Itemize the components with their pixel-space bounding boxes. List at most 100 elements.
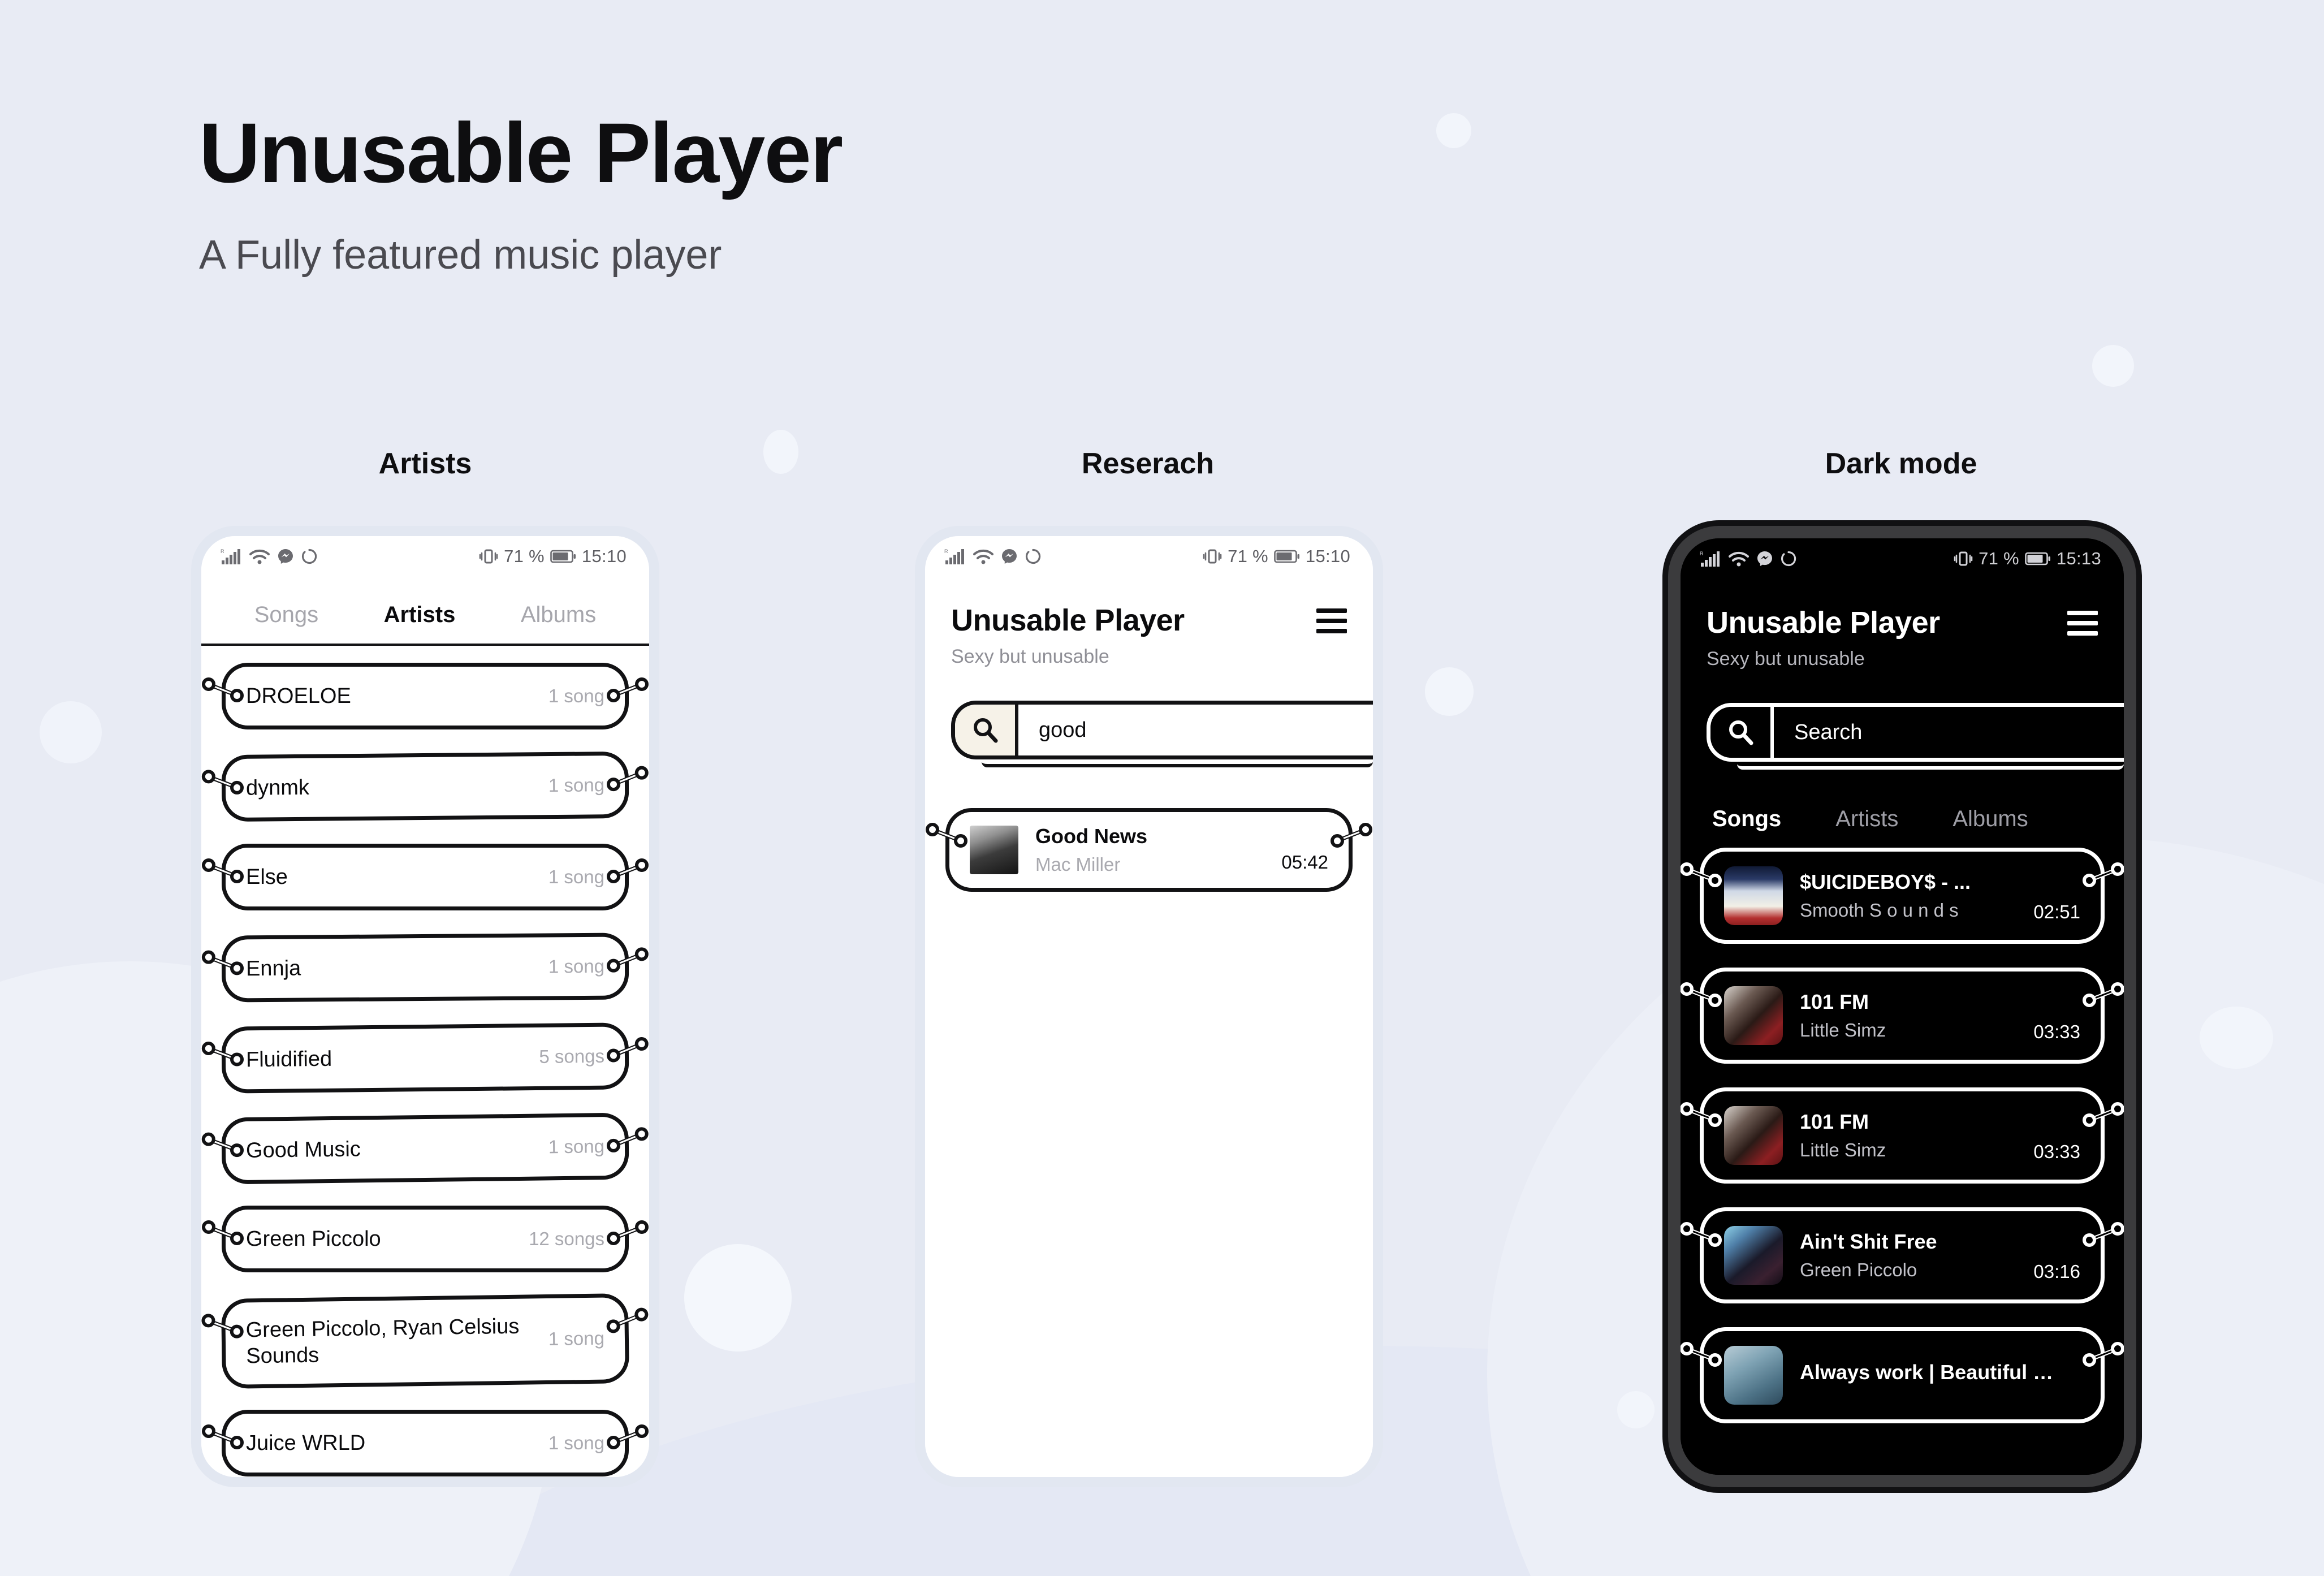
artist-list: DROELOE 1 song dynmk 1 song Else 1 song …: [201, 646, 649, 1477]
svg-text:R: R: [944, 549, 948, 554]
card-accent: [1719, 943, 2085, 952]
song-title: 101 FM: [1800, 1110, 1869, 1133]
album-art: [1724, 1106, 1783, 1165]
page-subtitle: A Fully featured music player: [199, 232, 722, 278]
search-icon[interactable]: [1710, 707, 1774, 758]
artist-name: Juice WRLD: [246, 1431, 366, 1455]
card-accent: [241, 909, 610, 919]
album-art: [1724, 1346, 1783, 1405]
svg-text:R: R: [221, 549, 224, 554]
artist-count: 1 song: [548, 685, 604, 706]
tab-albums[interactable]: Albums: [1952, 806, 2028, 837]
clock-dark: 15:13: [2056, 549, 2101, 568]
artist-count: 1 song: [548, 1135, 605, 1158]
column-heading-dark-mode: Dark mode: [1825, 447, 1977, 480]
search-shadow: [1737, 764, 2124, 770]
artist-count: 1 song: [548, 774, 605, 796]
wifi-icon: [973, 548, 993, 565]
card-accent: [1719, 1182, 2085, 1192]
tab-songs[interactable]: Songs: [1708, 806, 1785, 844]
battery-icon: [2025, 551, 2051, 566]
song-duration: 03:33: [2033, 1021, 2080, 1042]
column-heading-research: Reserach: [1081, 447, 1215, 480]
list-item[interactable]: Ain't Shit Free Green Piccolo 03:16: [1681, 1207, 2124, 1312]
messenger-icon: [1756, 550, 1773, 567]
tab-bar-artists: Songs Artists Albums: [201, 577, 649, 644]
song-duration: 05:42: [1281, 852, 1328, 873]
screen-artists: R 71 % 15:10 Songs Artists Albums DROELO…: [201, 536, 649, 1477]
phone-mockup-research: R 71 % 15:10 Unusable Player Sexy but un…: [915, 526, 1383, 1487]
list-item[interactable]: Good News Mac Miller 05:42: [926, 808, 1372, 900]
phone-mockup-artists: R 71 % 15:10 Songs Artists Albums DROELO…: [191, 526, 659, 1487]
list-item[interactable]: Green Piccolo, Ryan Celsius Sounds 1 son…: [201, 1293, 649, 1394]
svg-text:R: R: [1700, 551, 1704, 556]
tab-artists[interactable]: Artists: [375, 602, 464, 638]
status-bar: R 71 % 15:10: [201, 536, 649, 577]
list-item[interactable]: DROELOE 1 song: [202, 663, 649, 738]
card-accent: [1719, 1302, 2085, 1312]
artist-name: Else: [246, 865, 288, 889]
search-bar-container: Search: [1707, 703, 2124, 770]
sync-circle-icon: [1781, 551, 1796, 567]
list-item[interactable]: 101 FM Little Simz 03:33: [1681, 1087, 2124, 1192]
app-title: Unusable Player: [1707, 606, 1940, 640]
list-item[interactable]: $UICIDEBOY$ - ... Smooth S o u n d s 02:…: [1681, 848, 2124, 952]
battery-percent-light: 71 %: [1228, 546, 1268, 566]
list-item[interactable]: dynmk 1 song: [201, 751, 649, 828]
hamburger-icon[interactable]: [2067, 611, 2098, 636]
search-input[interactable]: good: [951, 701, 1373, 759]
tab-bar-dark: Songs Artists Albums: [1681, 762, 2124, 844]
background-dot: [763, 430, 798, 474]
hamburger-icon[interactable]: [1316, 608, 1347, 633]
artist-name: Fluidified: [245, 1047, 332, 1072]
list-item[interactable]: Always work | Beautiful Chi...: [1681, 1327, 2124, 1432]
card-accent: [241, 1271, 610, 1281]
search-icon[interactable]: [955, 705, 1018, 755]
battery-percent-dark: 71 %: [1979, 549, 2019, 568]
phone-mockup-dark: R 71 % 15:13 Unusable Player Sexy but un…: [1668, 526, 2136, 1487]
list-item[interactable]: Juice WRLD 1 song: [202, 1409, 649, 1477]
artist-name: Ennja: [245, 956, 301, 981]
song-artist: Green Piccolo: [1800, 1259, 1917, 1280]
tab-albums[interactable]: Albums: [515, 602, 602, 632]
song-title: 101 FM: [1800, 990, 1869, 1013]
background-dot: [1436, 113, 1471, 148]
search-input-value[interactable]: good: [1018, 705, 1087, 755]
tab-songs[interactable]: Songs: [249, 602, 324, 632]
background-dot: [2092, 345, 2134, 387]
background-dot: [2200, 1007, 2273, 1069]
list-item[interactable]: Good Music 1 song: [201, 1112, 649, 1190]
song-artist: Smooth S o u n d s: [1800, 900, 1959, 921]
list-item[interactable]: Fluidified 5 songs: [201, 1022, 649, 1100]
artist-count: 1 song: [548, 866, 604, 887]
search-input-placeholder[interactable]: Search: [1774, 707, 1862, 758]
list-item[interactable]: Green Piccolo 12 songs: [202, 1206, 649, 1281]
app-header: Unusable Player Sexy but unusable: [1681, 579, 2124, 670]
status-bar: R 71 % 15:10: [925, 536, 1373, 577]
artist-count: 1 song: [548, 1327, 605, 1350]
album-art: [1724, 866, 1783, 925]
vibrate-icon: [1954, 550, 1973, 567]
song-artist: Mac Miller: [1035, 854, 1121, 875]
list-item[interactable]: Else 1 song: [202, 844, 649, 919]
app-header: Unusable Player Sexy but unusable: [925, 577, 1373, 668]
screen-dark: R 71 % 15:13 Unusable Player Sexy but un…: [1681, 538, 2124, 1475]
artist-name: DROELOE: [246, 684, 351, 708]
tab-artists[interactable]: Artists: [1835, 806, 1898, 837]
card-accent: [1719, 1063, 2085, 1072]
song-artist: Little Simz: [1800, 1020, 1886, 1040]
artist-name: Green Piccolo: [246, 1227, 381, 1251]
list-item[interactable]: Ennja 1 song: [201, 932, 649, 1009]
wifi-icon: [249, 548, 270, 565]
artist-count: 12 songs: [529, 1228, 604, 1249]
list-item[interactable]: 101 FM Little Simz 03:33: [1681, 968, 2124, 1072]
page-title: Unusable Player: [199, 105, 843, 200]
search-input[interactable]: Search: [1707, 703, 2124, 762]
signal-bars-icon: R: [1700, 550, 1721, 567]
wifi-icon: [1729, 550, 1749, 567]
album-art: [970, 826, 1018, 874]
signal-bars-icon: R: [944, 548, 966, 565]
song-list-dark: $UICIDEBOY$ - ... Smooth S o u n d s 02:…: [1681, 837, 2124, 1432]
song-title: $UICIDEBOY$ - ...: [1800, 870, 1971, 893]
card-accent: [241, 728, 610, 738]
